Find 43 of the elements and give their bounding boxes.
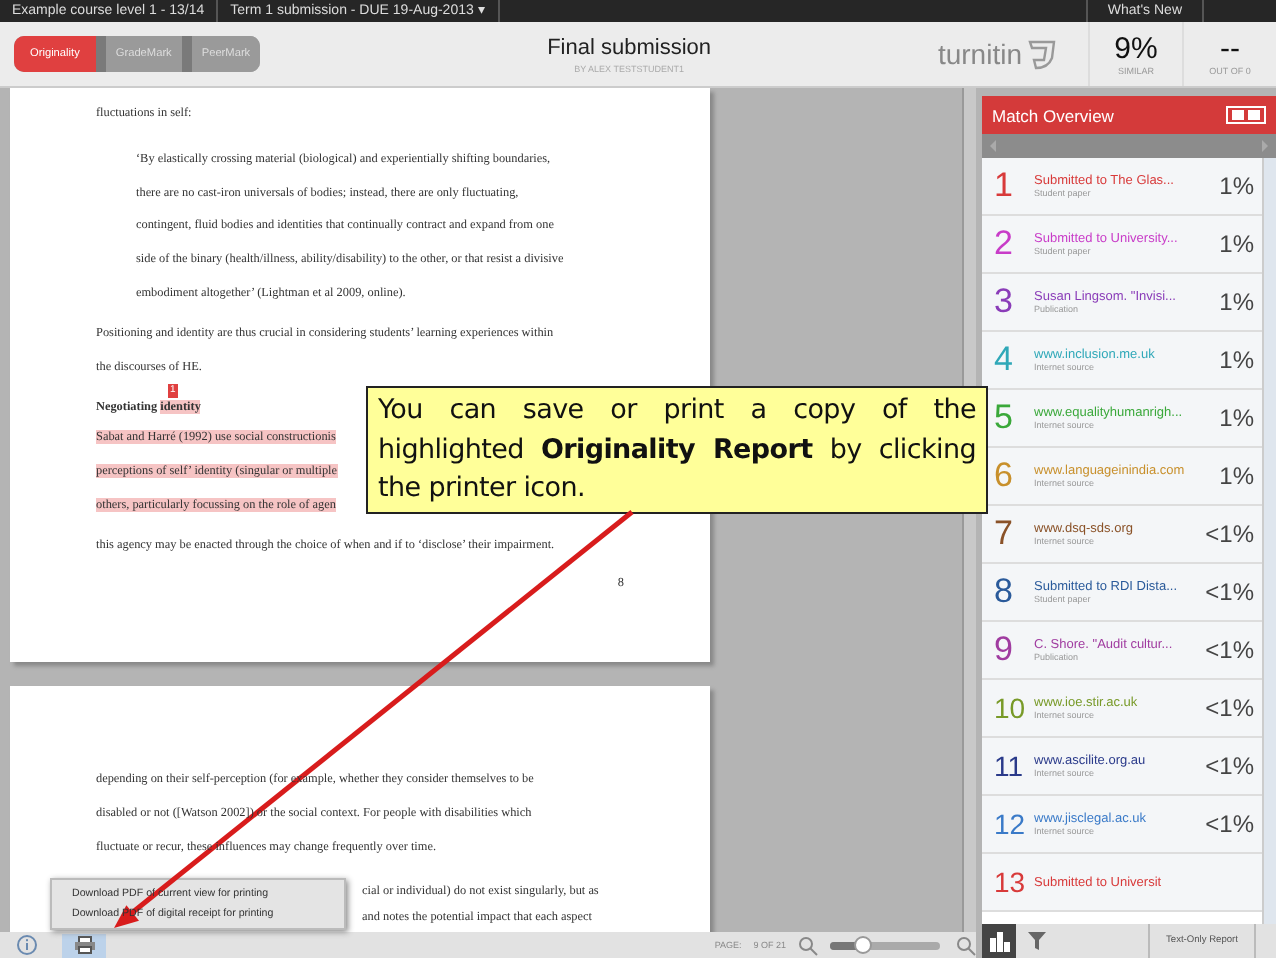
zoom-in-icon[interactable]: [956, 935, 976, 955]
match-percent: 1%: [1219, 230, 1254, 258]
match-number: 5: [994, 398, 1015, 438]
bar-chart-button[interactable]: [982, 924, 1016, 958]
printer-icon: [73, 936, 95, 954]
match-number: 8: [994, 572, 1015, 612]
similarity-score: 9%: [1114, 33, 1158, 65]
logo-text: turnitin: [937, 38, 1022, 70]
match-number: 10: [994, 692, 1028, 724]
match-number: 6: [994, 456, 1015, 496]
print-button[interactable]: [62, 933, 106, 957]
match-percent: <1%: [1205, 520, 1254, 548]
match-percent: 1%: [1219, 346, 1254, 374]
view-toggle-icon[interactable]: [1226, 106, 1266, 124]
match-number: 9: [994, 630, 1015, 670]
logo-icon: [1024, 36, 1060, 72]
zoom-out-icon[interactable]: [798, 935, 818, 955]
match-percent: 1%: [1219, 404, 1254, 432]
match-percent: 1%: [1219, 288, 1254, 316]
match-number: 11: [994, 750, 1026, 782]
callout-note: You can save or print a copy of the highlighted Originality Report by clicking the printer icon.: [366, 386, 988, 514]
zoom-slider[interactable]: [830, 941, 940, 949]
grade-score: --: [1220, 33, 1240, 65]
bar-chart-icon: [989, 931, 1009, 951]
match-number: 13: [994, 866, 1028, 898]
match-number: 1: [994, 166, 1015, 206]
match-percent: <1%: [1205, 578, 1254, 606]
match-number: 7: [994, 514, 1015, 554]
submission-title: Final submission: [547, 35, 711, 59]
match-percent: 1%: [1219, 172, 1254, 200]
filter-icon[interactable]: [1028, 932, 1046, 950]
info-icon[interactable]: [16, 934, 38, 956]
match-percent: <1%: [1205, 752, 1254, 780]
match-percent: <1%: [1205, 694, 1254, 722]
match-percent: 1%: [1219, 462, 1254, 490]
match-percent: <1%: [1205, 810, 1254, 838]
match-number: 12: [994, 808, 1028, 840]
match-number: 2: [994, 224, 1015, 264]
panel-title: Match Overview: [992, 105, 1114, 125]
match-number: 3: [994, 282, 1015, 322]
match-percent: <1%: [1205, 636, 1254, 664]
match-number: 4: [994, 340, 1015, 380]
scrollbar[interactable]: [1262, 158, 1276, 924]
